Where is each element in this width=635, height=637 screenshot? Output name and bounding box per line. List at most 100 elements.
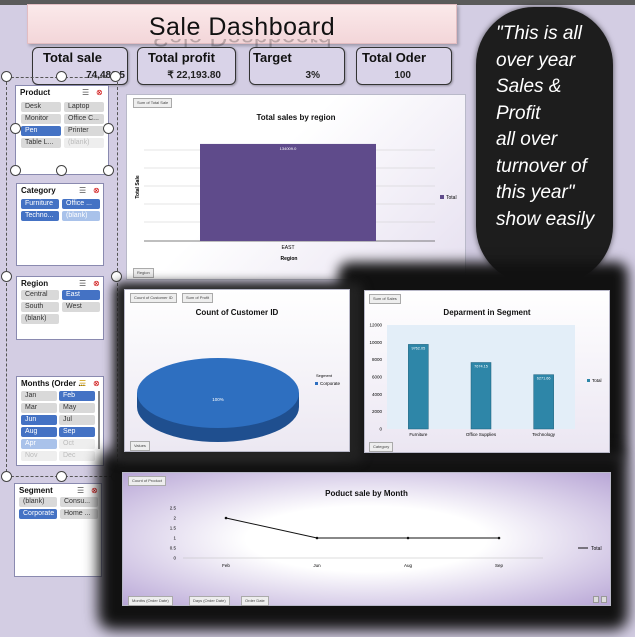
slicer-item[interactable]: Jan — [21, 391, 57, 401]
kpi-label: Target — [253, 50, 292, 65]
slicer-title: Segment — [19, 486, 53, 495]
y-tick-label: 6000 — [372, 375, 383, 380]
kpi-value: ₹ 22,193.80 — [167, 70, 221, 81]
slicer-item[interactable]: South — [21, 302, 59, 312]
slicer-item[interactable]: (blank) — [64, 138, 104, 148]
data-point — [497, 536, 501, 540]
slicer-product[interactable]: Product ☰ ⊗ Desk Laptop Monitor Office C… — [15, 85, 109, 175]
resize-handle[interactable] — [110, 71, 121, 82]
slicer-item[interactable]: Pen — [21, 126, 61, 136]
slicer-item[interactable]: Mar — [21, 403, 57, 413]
slicer-item[interactable]: Desk — [21, 102, 61, 112]
y-tick-label: 2.5 — [170, 506, 177, 511]
slicer-item[interactable]: Apr — [21, 439, 57, 449]
chart-sales-by-region[interactable]: Sum of Total Sale Total sales by region … — [126, 94, 466, 280]
clear-filter-icon[interactable]: ⊗ — [91, 486, 98, 495]
resize-handle[interactable] — [56, 71, 67, 82]
clear-filter-icon[interactable]: ⊗ — [93, 379, 100, 388]
dashboard-title-banner[interactable]: Sale Dashboard Sale Dashboard — [27, 4, 457, 51]
x-tick-label: Sep — [495, 563, 504, 568]
legend-label: Corporate — [320, 381, 341, 386]
slicer-category[interactable]: Category ☰ ⊗ Furniture Office ... Techno… — [16, 183, 104, 266]
filter-button[interactable]: Days (Order Date) — [189, 596, 230, 606]
region-chart-svg: Total Sale Region Total 134009.0 EAST — [135, 143, 457, 262]
resize-handle[interactable] — [1, 271, 12, 282]
filter-button[interactable]: Region — [133, 268, 154, 278]
slicer-segment[interactable]: Segment ☰ ⊗ (blank) Consu... Corporate H… — [14, 483, 102, 577]
slicer-item[interactable]: (blank) — [19, 497, 57, 507]
chart-customer-count[interactable]: Count of Customer ID Sum of Profit Count… — [124, 289, 350, 452]
slicer-item[interactable]: Aug — [21, 427, 57, 437]
slicer-item[interactable]: Nov — [21, 451, 57, 461]
slicer-item[interactable]: Corporate — [19, 509, 57, 519]
expand-button[interactable] — [593, 596, 599, 603]
slicer-item[interactable]: Techno... — [21, 211, 59, 221]
filter-button[interactable]: Values — [130, 441, 150, 451]
slicer-item[interactable]: Monitor — [21, 114, 61, 124]
slicer-title: Category — [21, 186, 56, 195]
resize-handle[interactable] — [103, 165, 114, 176]
multi-select-icon[interactable]: ☰ — [82, 88, 89, 97]
filter-button[interactable]: Category — [369, 442, 394, 452]
resize-handle[interactable] — [1, 71, 12, 82]
resize-handle[interactable] — [56, 165, 67, 176]
kpi-target[interactable]: Target 3% — [249, 47, 345, 85]
slicer-item[interactable]: Table L... — [21, 138, 61, 148]
resize-handle[interactable] — [56, 471, 67, 482]
x-tick-label: Technology — [532, 432, 556, 437]
resize-handle[interactable] — [10, 123, 21, 134]
slicer-item[interactable]: Laptop — [64, 102, 104, 112]
slicer-scrollbar[interactable] — [98, 391, 100, 449]
resize-handle[interactable] — [111, 271, 122, 282]
slicer-item[interactable]: Home ... — [60, 509, 98, 519]
slicer-item[interactable]: Consu... — [60, 497, 98, 507]
slicer-item[interactable]: Dec — [59, 451, 95, 461]
slicer-item[interactable]: (blank) — [62, 211, 100, 221]
multi-select-icon[interactable]: ☰ — [77, 486, 84, 495]
y-tick-label: 4000 — [372, 392, 383, 397]
multi-select-icon[interactable]: ☰ — [79, 379, 86, 388]
clear-filter-icon[interactable]: ⊗ — [93, 279, 100, 288]
chart-product-by-month[interactable]: Count of Product Poduct sale by Month To… — [122, 472, 611, 606]
slicer-item[interactable]: Central — [21, 290, 59, 300]
slicer-item[interactable]: West — [62, 302, 100, 312]
slicer-region[interactable]: Region ☰ ⊗ Central East South West (blan… — [16, 276, 104, 340]
slicer-item[interactable]: Furniture — [21, 199, 59, 209]
slicer-item[interactable]: Oct — [59, 439, 95, 449]
y-tick-label: 0.5 — [170, 546, 177, 551]
slicer-item[interactable]: Office C... — [64, 114, 104, 124]
collapse-button[interactable] — [601, 596, 607, 603]
chart-department-segment[interactable]: Sum of Sales Deparment in Segment Total … — [364, 290, 610, 453]
slicer-item[interactable]: East — [62, 290, 100, 300]
clear-filter-icon[interactable]: ⊗ — [93, 186, 100, 195]
slicer-item[interactable]: Office ... — [62, 199, 100, 209]
legend-label: Total — [591, 546, 602, 552]
kpi-label: Total Oder — [362, 50, 427, 65]
slicer-item[interactable]: Jul — [59, 415, 95, 425]
multi-select-icon[interactable]: ☰ — [79, 279, 86, 288]
resize-handle[interactable] — [1, 471, 12, 482]
resize-handle[interactable] — [10, 165, 21, 176]
filter-button[interactable]: Order Date — [241, 596, 269, 606]
slicer-item[interactable]: (blank) — [21, 314, 59, 324]
segment-chart-svg: Total 0 2000 4000 6000 8000 10000 12000 9762.05… — [369, 323, 602, 438]
legend-label: Total — [592, 378, 602, 383]
slicer-item[interactable]: May — [59, 403, 95, 413]
clear-filter-icon[interactable]: ⊗ — [96, 88, 103, 97]
filter-button[interactable]: Months (Order Date) — [128, 596, 173, 606]
note-callout[interactable]: "This is all over year Sales & Profit al… — [476, 7, 613, 284]
slicer-item[interactable]: Sep — [59, 427, 95, 437]
multi-select-icon[interactable]: ☰ — [79, 186, 86, 195]
slicer-title: Months (Order ... — [21, 379, 85, 388]
slicer-item[interactable]: Printer — [64, 126, 104, 136]
kpi-label: Total sale — [43, 50, 103, 65]
kpi-total-profit[interactable]: Total profit ₹ 22,193.80 — [137, 47, 236, 85]
slicer-item[interactable]: Feb — [59, 391, 95, 401]
kpi-total-order[interactable]: Total Oder 100 — [356, 47, 452, 85]
x-tick-label: Jun — [313, 563, 321, 568]
slicer-title: Region — [21, 279, 49, 288]
legend-swatch — [440, 195, 444, 199]
resize-handle[interactable] — [103, 123, 114, 134]
slicer-months[interactable]: Months (Order ... ☰ ⊗ Jan Feb Mar May Ju… — [16, 376, 104, 466]
slicer-item[interactable]: Jun — [21, 415, 57, 425]
